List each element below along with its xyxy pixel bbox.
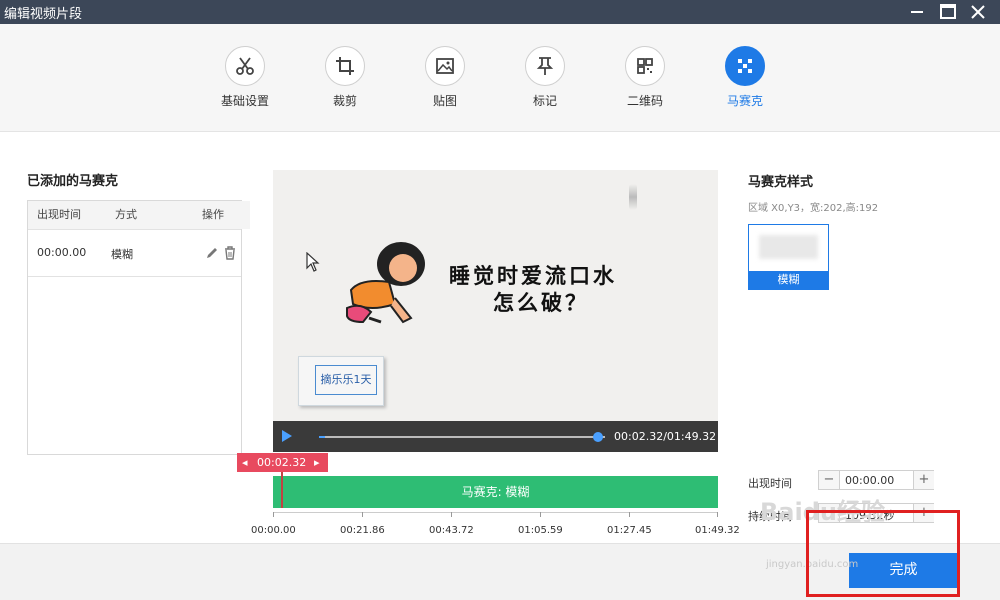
box-label: 摘乐乐1天: [315, 365, 377, 395]
appear-time-stepper[interactable]: − 00:00.00 +: [818, 470, 934, 490]
style-label: 模糊: [749, 271, 828, 289]
window-title: 编辑视频片段: [4, 7, 83, 22]
tool-label: 基础设置: [220, 94, 269, 108]
appear-time-label: 出现时间: [748, 477, 792, 490]
tool-label: 标记: [532, 94, 557, 108]
cartoon-girl: [341, 238, 436, 330]
close-icon[interactable]: [964, 0, 992, 24]
minimize-icon[interactable]: [903, 0, 931, 24]
ruler-tick-label: 00:43.72: [429, 525, 474, 536]
tool-mosaic[interactable]: 马赛克: [705, 46, 785, 109]
progress-handle[interactable]: [592, 432, 603, 442]
trash-icon[interactable]: [223, 245, 237, 264]
tool-mark[interactable]: 标记: [505, 46, 585, 109]
appear-time-input[interactable]: 00:00.00: [845, 474, 894, 487]
edit-icon[interactable]: [205, 245, 219, 264]
tool-sticker[interactable]: 贴图: [405, 46, 485, 109]
column-header: 操作: [193, 201, 250, 229]
row-mode: 模糊: [111, 248, 133, 261]
toolbar: 基础设置 裁剪 贴图 标记 二维码 马赛克: [0, 24, 1000, 132]
plus-icon[interactable]: +: [913, 471, 934, 489]
ruler-tick: [273, 512, 274, 517]
caption-line-2: 怎么破？: [493, 291, 589, 315]
tool-label: 贴图: [432, 94, 457, 108]
tool-label: 二维码: [626, 94, 663, 108]
ruler-tick: [362, 512, 363, 517]
caption-line-1: 睡觉时爱流口水: [449, 264, 617, 288]
pin-icon: [525, 46, 565, 86]
product-box: 摘乐乐1天: [298, 356, 384, 406]
player-controls: 00:02.32/01:49.32: [273, 421, 718, 452]
mosaic-clip-track[interactable]: 马赛克: 模糊: [273, 476, 718, 508]
area-info: 区域 X0,Y3，宽:202,高:192: [748, 203, 879, 214]
video-preview[interactable]: 睡觉时爱流口水 怎么破？ 摘乐乐1天: [273, 170, 718, 421]
mosaic-icon: [725, 46, 765, 86]
ruler-tick-label: 01:27.45: [607, 525, 652, 536]
timeline-cursor-line[interactable]: [281, 472, 283, 508]
tool-label: 裁剪: [332, 94, 357, 108]
scissors-icon: [225, 46, 265, 86]
ruler-tick-label: 00:00.00: [251, 525, 296, 536]
progress-track[interactable]: [319, 436, 605, 438]
tool-qrcode[interactable]: 二维码: [605, 46, 685, 109]
added-mosaic-title: 已添加的马赛克: [27, 174, 119, 189]
progress-fill: [319, 436, 325, 438]
blur-spot: [629, 184, 637, 210]
chevron-left-icon[interactable]: ◂: [242, 453, 248, 472]
column-header: 方式: [104, 201, 204, 229]
minus-icon[interactable]: −: [819, 471, 840, 489]
cursor-icon: [306, 251, 320, 276]
ruler-tick: [540, 512, 541, 517]
ruler-tick-label: 00:21.86: [340, 525, 385, 536]
tool-label: 马赛克: [726, 94, 763, 108]
ruler-tick: [451, 512, 452, 517]
mosaic-style-title: 马赛克样式: [748, 175, 814, 190]
tool-crop[interactable]: 裁剪: [305, 46, 385, 109]
time-display: 00:02.32/01:49.32: [614, 430, 717, 443]
ruler-tick: [717, 512, 718, 517]
title-bar: 编辑视频片段: [0, 0, 1000, 24]
clip-label: 马赛克: 模糊: [461, 485, 530, 499]
crop-icon: [325, 46, 365, 86]
column-header: 出现时间: [28, 201, 113, 229]
mosaic-table: 出现时间 方式 操作 00:00.00 模糊: [27, 200, 250, 455]
image-icon: [425, 46, 465, 86]
ruler-line: [273, 512, 718, 513]
highlight-box: [806, 510, 960, 597]
ruler-tick-label: 01:49.32: [695, 525, 740, 536]
maximize-icon[interactable]: [934, 0, 962, 24]
table-row[interactable]: 00:00.00 模糊: [28, 229, 241, 277]
cursor-time: 00:02.32: [257, 456, 307, 469]
chevron-right-icon[interactable]: ▸: [314, 453, 320, 472]
ruler-tick-label: 01:05.59: [518, 525, 563, 536]
ruler-tick: [629, 512, 630, 517]
style-option-blur[interactable]: 模糊: [748, 224, 829, 290]
row-time: 00:00.00: [37, 246, 87, 259]
timeline-cursor-tag[interactable]: ◂ 00:02.32 ▸: [237, 453, 328, 472]
blur-preview: [759, 235, 818, 259]
qrcode-icon: [625, 46, 665, 86]
tool-basic-settings[interactable]: 基础设置: [205, 46, 285, 109]
play-icon[interactable]: [278, 428, 294, 448]
